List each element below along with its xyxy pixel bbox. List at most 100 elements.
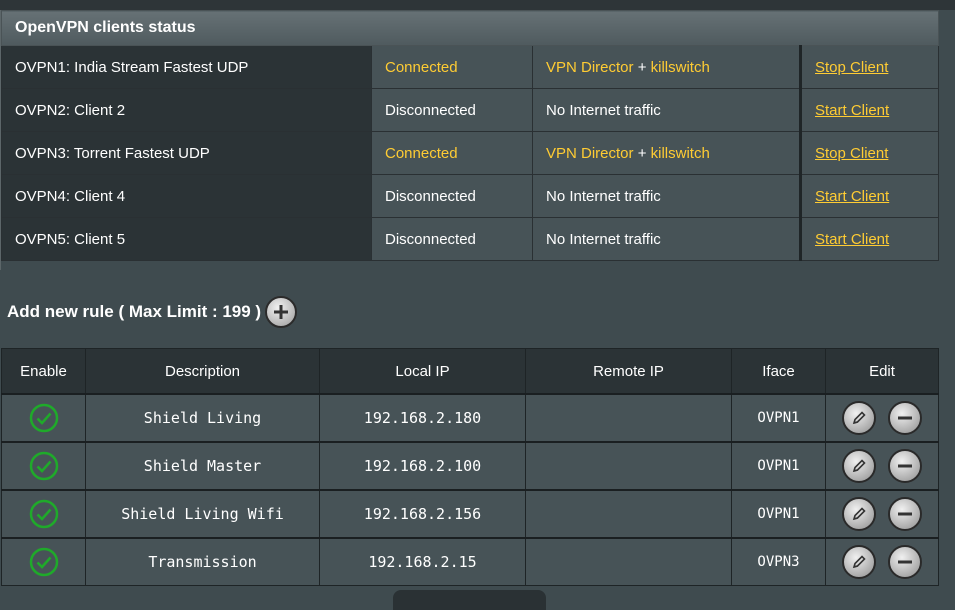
client-status-row: OVPN3: Torrent Fastest UDP Connected VPN D… — [1, 131, 939, 175]
client-state: Disconnected — [371, 88, 533, 132]
rules-header-description: Description — [85, 348, 320, 395]
rule-enable-cell — [1, 537, 86, 586]
client-state: Disconnected — [371, 217, 533, 261]
plus-icon — [274, 305, 289, 319]
client-action-cell: Stop Client — [799, 131, 939, 175]
rule-remote-ip — [525, 441, 732, 491]
delete-rule-button[interactable] — [888, 497, 922, 531]
rule-enable-cell — [1, 393, 86, 443]
start-client-link[interactable]: Start Client — [815, 188, 889, 205]
rule-iface: OVPN3 — [731, 537, 826, 586]
traffic-main: VPN Director — [546, 144, 634, 162]
add-rule-label: Add new rule ( Max Limit : 199 ) — [7, 302, 262, 321]
vpn-director-rules-table: Enable Description Local IP Remote IP Iface E… — [1, 348, 939, 586]
check-circle-icon[interactable] — [28, 402, 60, 434]
client-traffic: No Internet traffic — [532, 174, 801, 218]
top-strip — [0, 0, 955, 10]
client-action-cell: Start Client — [799, 174, 939, 218]
client-state: Connected — [371, 131, 533, 175]
stop-client-link[interactable]: Stop Client — [815, 59, 888, 76]
minus-icon — [898, 560, 912, 564]
client-action-cell: Stop Client — [799, 45, 939, 89]
rule-row: Shield Living 192.168.2.180 OVPN1 — [1, 393, 939, 443]
client-status-row: OVPN1: India Stream Fastest UDP Connected… — [1, 45, 939, 89]
pencil-icon — [852, 507, 866, 521]
rule-row: Shield Master 192.168.2.100 OVPN1 — [1, 441, 939, 491]
delete-rule-button[interactable] — [888, 449, 922, 483]
edit-rule-button[interactable] — [842, 545, 876, 579]
rule-iface: OVPN1 — [731, 489, 826, 539]
rule-enable-cell — [1, 489, 86, 539]
start-client-link[interactable]: Start Client — [815, 231, 889, 248]
client-name: OVPN3: Torrent Fastest UDP — [1, 131, 372, 175]
rule-iface: OVPN1 — [731, 441, 826, 491]
client-status-row: OVPN2: Client 2 Disconnected No Internet t… — [1, 88, 939, 132]
add-rule-button[interactable] — [265, 296, 298, 328]
traffic-extra: killswitch — [650, 144, 710, 162]
client-state: Disconnected — [371, 174, 533, 218]
rules-header-enable: Enable — [1, 348, 86, 395]
rule-description: Shield Living Wifi — [85, 489, 320, 539]
check-circle-icon[interactable] — [28, 546, 60, 578]
apply-button[interactable] — [393, 590, 546, 610]
client-action-cell: Start Client — [799, 88, 939, 132]
client-name: OVPN4: Client 4 — [1, 174, 372, 218]
pencil-icon — [852, 411, 866, 425]
pencil-icon — [852, 459, 866, 473]
stop-client-link[interactable]: Stop Client — [815, 145, 888, 162]
traffic-main: VPN Director — [546, 58, 634, 76]
rules-header-edit: Edit — [825, 348, 939, 395]
rule-description: Shield Living — [85, 393, 320, 443]
start-client-link[interactable]: Start Client — [815, 102, 889, 119]
client-name: OVPN2: Client 2 — [1, 88, 372, 132]
rule-enable-cell — [1, 441, 86, 491]
minus-icon — [898, 416, 912, 420]
edit-rule-button[interactable] — [842, 401, 876, 435]
rule-remote-ip — [525, 489, 732, 539]
client-traffic: VPN Director + killswitch — [532, 131, 801, 175]
check-circle-icon[interactable] — [28, 498, 60, 530]
traffic-main: No Internet traffic — [546, 230, 661, 248]
check-circle-icon[interactable] — [28, 450, 60, 482]
rule-edit-cell — [825, 489, 939, 539]
rule-edit-cell — [825, 537, 939, 586]
delete-rule-button[interactable] — [888, 545, 922, 579]
rule-local-ip: 192.168.2.100 — [319, 441, 526, 491]
rules-header-iface: Iface — [731, 348, 826, 395]
rule-description: Transmission — [85, 537, 320, 586]
client-state: Connected — [371, 45, 533, 89]
pencil-icon — [852, 555, 866, 569]
client-traffic: VPN Director + killswitch — [532, 45, 801, 89]
rule-edit-cell — [825, 393, 939, 443]
client-traffic: No Internet traffic — [532, 217, 801, 261]
edit-rule-button[interactable] — [842, 449, 876, 483]
edit-rule-button[interactable] — [842, 497, 876, 531]
traffic-main: No Internet traffic — [546, 187, 661, 205]
client-status-row: OVPN4: Client 4 Disconnected No Internet t… — [1, 174, 939, 218]
rules-header-remote-ip: Remote IP — [525, 348, 732, 395]
client-traffic: No Internet traffic — [532, 88, 801, 132]
traffic-main: No Internet traffic — [546, 101, 661, 119]
rule-description: Shield Master — [85, 441, 320, 491]
rule-iface: OVPN1 — [731, 393, 826, 443]
vpn-status-table: OpenVPN clients status OVPN1: India Stre… — [1, 10, 939, 261]
minus-icon — [898, 464, 912, 468]
rule-row: Transmission 192.168.2.15 OVPN3 — [1, 537, 939, 586]
rule-edit-cell — [825, 441, 939, 491]
status-table-title: OpenVPN clients status — [1, 10, 939, 46]
traffic-extra: killswitch — [650, 58, 710, 76]
rule-local-ip: 192.168.2.180 — [319, 393, 526, 443]
rule-remote-ip — [525, 537, 732, 586]
client-name: OVPN5: Client 5 — [1, 217, 372, 261]
delete-rule-button[interactable] — [888, 401, 922, 435]
minus-icon — [898, 512, 912, 516]
rules-header-local-ip: Local IP — [319, 348, 526, 395]
add-rule-row: Add new rule ( Max Limit : 199 ) — [7, 296, 298, 328]
rule-row: Shield Living Wifi 192.168.2.156 OVPN1 — [1, 489, 939, 539]
client-name: OVPN1: India Stream Fastest UDP — [1, 45, 372, 89]
client-status-row: OVPN5: Client 5 Disconnected No Internet t… — [1, 217, 939, 261]
rule-remote-ip — [525, 393, 732, 443]
client-action-cell: Start Client — [799, 217, 939, 261]
rule-local-ip: 192.168.2.15 — [319, 537, 526, 586]
rule-local-ip: 192.168.2.156 — [319, 489, 526, 539]
